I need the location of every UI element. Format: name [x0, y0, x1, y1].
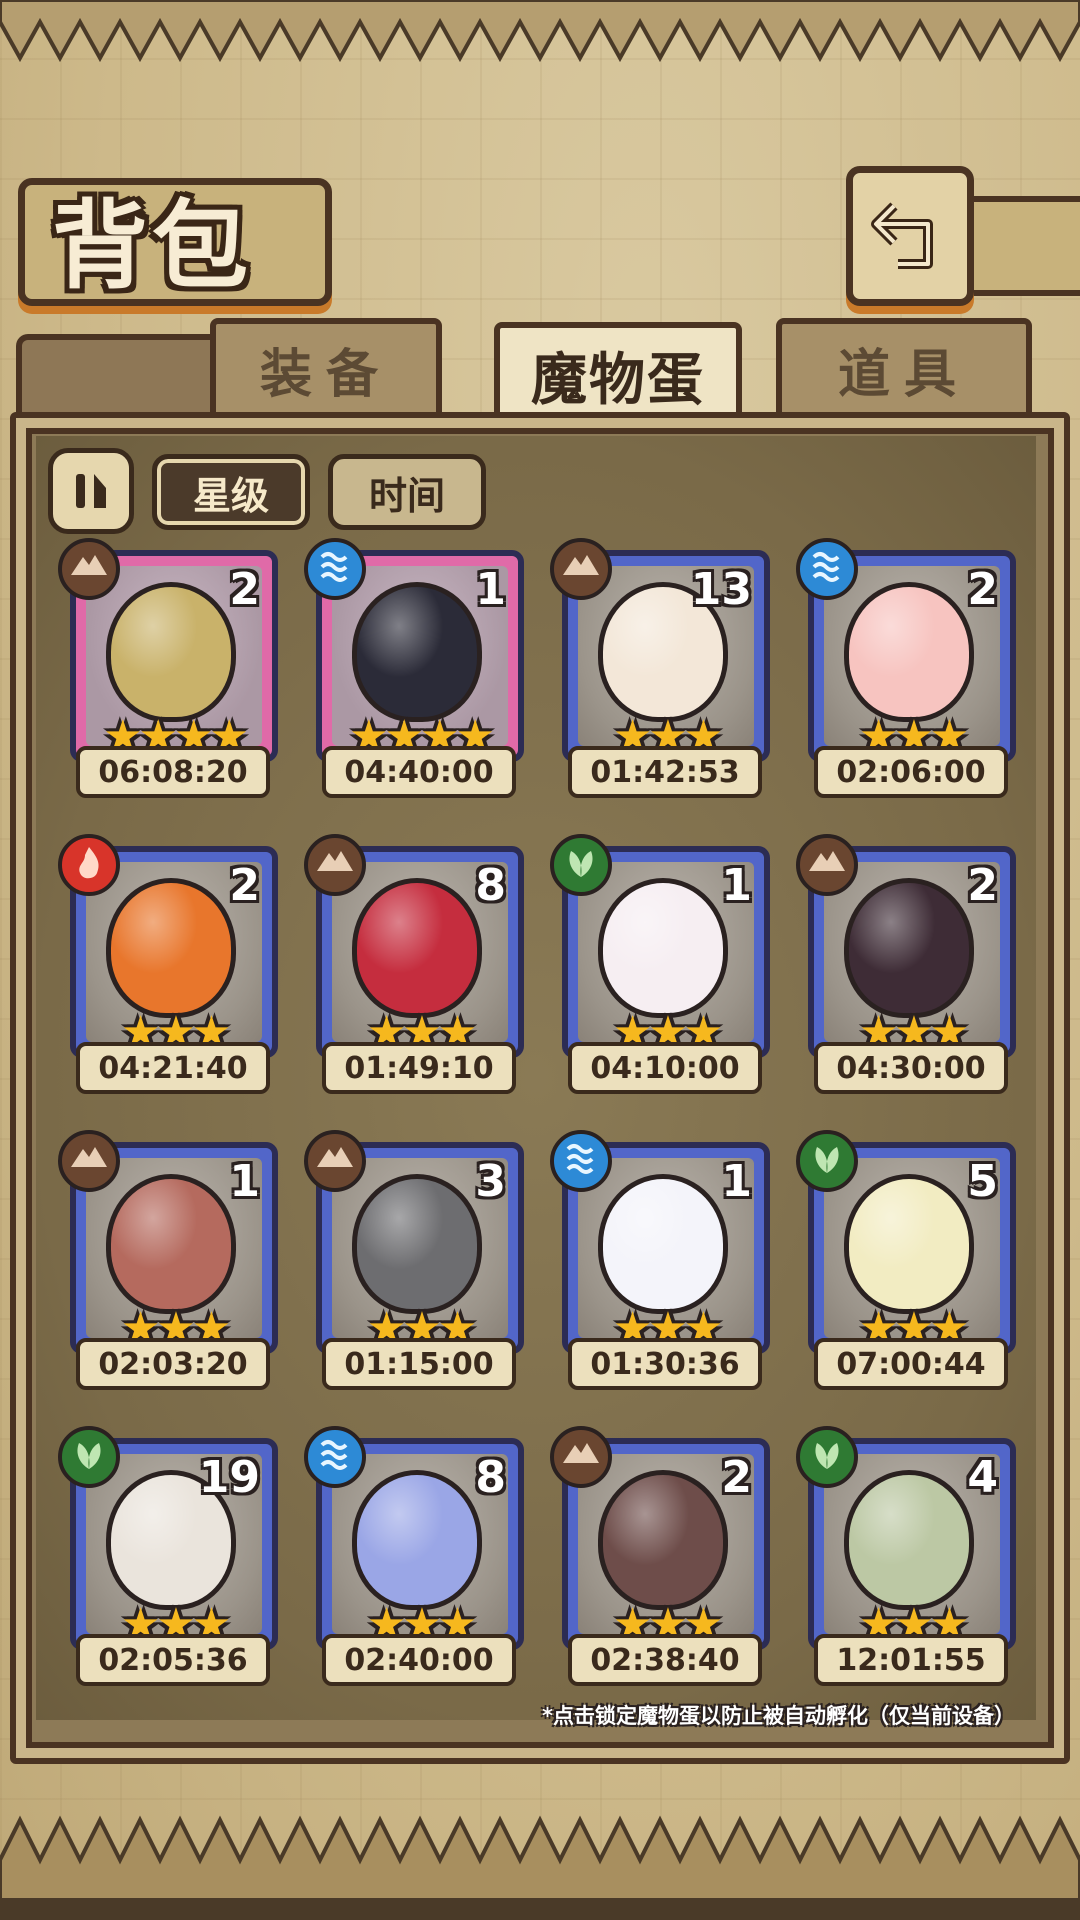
hatch-timer: 01:42:53	[568, 746, 762, 798]
monster-egg-image	[352, 878, 482, 1018]
zigzag-top-border	[0, 0, 1080, 63]
hatch-timer: 06:08:20	[76, 746, 270, 798]
tab-items[interactable]: 道具	[776, 318, 1032, 414]
hatch-timer: 04:30:00	[814, 1042, 1008, 1094]
leaf-element-icon	[550, 834, 612, 896]
hatch-timer: 04:10:00	[568, 1042, 762, 1094]
monster-egg-image	[106, 582, 236, 722]
hatch-timer: 02:05:36	[76, 1634, 270, 1686]
earth-element-icon	[58, 1130, 120, 1192]
earth-element-icon	[304, 1130, 366, 1192]
monster-egg-image	[352, 1470, 482, 1610]
egg-count: 2	[967, 860, 998, 911]
egg-count: 2	[229, 564, 260, 615]
monster-egg-image	[844, 582, 974, 722]
egg-count: 2	[721, 1452, 752, 1503]
tab-equipment[interactable]: 装备	[210, 318, 442, 414]
back-button[interactable]	[846, 166, 974, 306]
earth-element-icon	[550, 1426, 612, 1488]
monster-egg-image	[106, 1174, 236, 1314]
egg-count: 2	[967, 564, 998, 615]
sort-by-time-button[interactable]: 时间	[328, 454, 486, 530]
hatch-timer: 02:40:00	[322, 1634, 516, 1686]
water-element-icon	[304, 1426, 366, 1488]
monster-egg-image	[352, 1174, 482, 1314]
egg-count: 2	[229, 860, 260, 911]
tab-monster-eggs[interactable]: 魔物蛋	[494, 322, 742, 422]
leaf-element-icon	[796, 1426, 858, 1488]
egg-count: 1	[721, 860, 752, 911]
water-element-icon	[304, 538, 366, 600]
earth-element-icon	[796, 834, 858, 896]
hatch-timer: 07:00:44	[814, 1338, 1008, 1390]
hatch-timer: 01:30:36	[568, 1338, 762, 1390]
monster-egg-image	[844, 878, 974, 1018]
hatch-timer: 04:40:00	[322, 746, 516, 798]
return-icon	[871, 202, 933, 269]
monster-egg-image	[598, 1470, 728, 1610]
monster-egg-image	[844, 1174, 974, 1314]
tab-strip-left	[16, 334, 218, 416]
fire-element-icon	[58, 834, 120, 896]
egg-count: 3	[475, 1156, 506, 1207]
zigzag-bottom-border	[0, 1815, 1080, 1920]
water-element-icon	[796, 538, 858, 600]
sort-order-toggle[interactable]	[48, 448, 134, 534]
sort-by-star-button[interactable]: 星级	[152, 454, 310, 530]
monster-egg-image	[598, 1174, 728, 1314]
earth-element-icon	[58, 538, 120, 600]
egg-count: 1	[721, 1156, 752, 1207]
egg-count: 8	[475, 1452, 506, 1503]
egg-count: 5	[967, 1156, 998, 1207]
monster-egg-image	[598, 878, 728, 1018]
hatch-timer: 01:49:10	[322, 1042, 516, 1094]
page-title: 背包	[52, 190, 252, 302]
leaf-element-icon	[796, 1130, 858, 1192]
hatch-timer: 02:38:40	[568, 1634, 762, 1686]
hatch-timer: 04:21:40	[76, 1042, 270, 1094]
egg-count: 8	[475, 860, 506, 911]
water-element-icon	[550, 1130, 612, 1192]
earth-element-icon	[304, 834, 366, 896]
hatch-timer: 02:06:00	[814, 746, 1008, 798]
egg-count: 1	[229, 1156, 260, 1207]
egg-count: 19	[198, 1452, 260, 1503]
leaf-element-icon	[58, 1426, 120, 1488]
back-button-tail	[960, 196, 1080, 296]
egg-count: 13	[690, 564, 752, 615]
sort-order-icon	[76, 474, 106, 508]
hatch-timer: 02:03:20	[76, 1338, 270, 1390]
egg-count: 4	[967, 1452, 998, 1503]
hatch-timer: 01:15:00	[322, 1338, 516, 1390]
lock-hint-note: *点击锁定魔物蛋以防止被自动孵化（仅当前设备）	[542, 1704, 1015, 1728]
monster-egg-image	[352, 582, 482, 722]
hatch-timer: 12:01:55	[814, 1634, 1008, 1686]
monster-egg-image	[844, 1470, 974, 1610]
monster-egg-image	[106, 878, 236, 1018]
egg-count: 1	[475, 564, 506, 615]
earth-element-icon	[550, 538, 612, 600]
